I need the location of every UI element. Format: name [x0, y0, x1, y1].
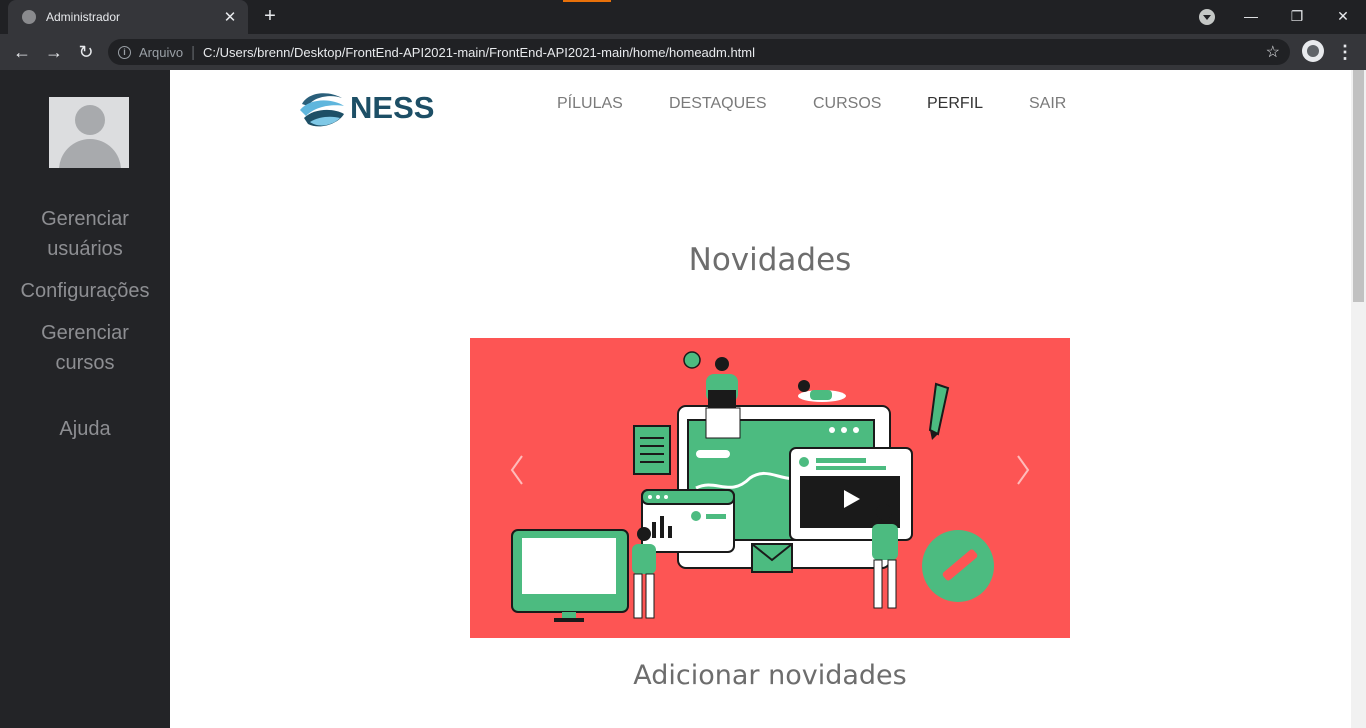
close-window-button[interactable]: ✕	[1320, 0, 1366, 34]
address-bar[interactable]: i Arquivo | C:/Users/brenn/Desktop/Front…	[108, 39, 1290, 65]
sidebar-item-manage-users[interactable]: Gerenciar usuários	[0, 204, 170, 264]
sidebar-item-manage-courses[interactable]: Gerenciar cursos	[0, 318, 170, 378]
avatar-head	[75, 105, 105, 135]
tab-search-icon[interactable]	[1199, 9, 1215, 25]
tab-indicator	[563, 0, 611, 2]
browser-toolbar: ← → ↻ i Arquivo | C:/Users/brenn/Desktop…	[0, 34, 1366, 70]
avatar[interactable]	[49, 97, 129, 168]
separator: |	[191, 43, 195, 61]
sidebar-item-settings[interactable]: Configurações	[0, 276, 170, 306]
carousel-prev-icon[interactable]	[502, 450, 532, 490]
avatar-body	[59, 139, 121, 168]
new-tab-button[interactable]: +	[258, 4, 282, 28]
nav-perfil[interactable]: PERFIL	[927, 95, 983, 113]
reload-icon[interactable]: ↻	[72, 38, 100, 66]
section-title: Novidades	[688, 242, 852, 278]
browser-menu-icon[interactable]: ⋮	[1336, 40, 1354, 64]
page-scrollbar[interactable]	[1351, 70, 1366, 728]
forward-icon[interactable]: →	[40, 38, 68, 66]
url-text[interactable]: C:/Users/brenn/Desktop/FrontEnd-API2021-…	[203, 45, 1266, 60]
main-content: NESS PÍLULAS DESTAQUES CURSOS PERFIL SAI…	[170, 70, 1351, 728]
minimize-button[interactable]: ―	[1228, 0, 1274, 34]
ness-logo[interactable]: NESS	[298, 84, 435, 132]
globe-icon	[22, 10, 36, 24]
sidebar-item-label: usuários	[47, 238, 123, 260]
news-carousel[interactable]	[470, 338, 1070, 638]
nav-destaques[interactable]: DESTAQUES	[669, 95, 767, 113]
scrollbar-thumb[interactable]	[1353, 70, 1364, 302]
back-icon[interactable]: ←	[8, 38, 36, 66]
info-icon[interactable]: i	[118, 45, 131, 59]
sidebar-item-label: cursos	[55, 352, 115, 374]
extension-icon[interactable]	[1302, 40, 1324, 62]
browser-tab[interactable]: Administrador ✕	[8, 0, 248, 34]
bookmark-star-icon[interactable]: ☆	[1266, 42, 1280, 62]
add-news-title: Adicionar novidades	[633, 660, 907, 691]
scheme-label: Arquivo	[139, 44, 184, 60]
wave-logo-icon	[300, 86, 344, 130]
sidebar-item-label: Configurações	[20, 280, 150, 302]
close-tab-icon[interactable]: ✕	[222, 8, 238, 26]
carousel-next-icon[interactable]	[1008, 450, 1038, 490]
sidebar-item-label: Gerenciar	[41, 322, 129, 344]
browser-tab-bar: Administrador ✕ + ― ❐ ✕	[0, 0, 1366, 34]
nav-pilulas[interactable]: PÍLULAS	[557, 95, 623, 113]
carousel-illustration	[511, 351, 994, 622]
sidebar: Gerenciar usuários Configurações Gerenci…	[0, 70, 170, 728]
tab-title: Administrador	[46, 10, 121, 24]
nav-sair[interactable]: SAIR	[1029, 95, 1066, 113]
restore-button[interactable]: ❐	[1274, 0, 1320, 34]
logo-text: NESS	[350, 90, 435, 125]
sidebar-item-label: Gerenciar	[41, 208, 129, 230]
sidebar-item-label: Ajuda	[59, 418, 111, 440]
sidebar-item-help[interactable]: Ajuda	[0, 414, 170, 444]
nav-cursos[interactable]: CURSOS	[813, 95, 881, 113]
